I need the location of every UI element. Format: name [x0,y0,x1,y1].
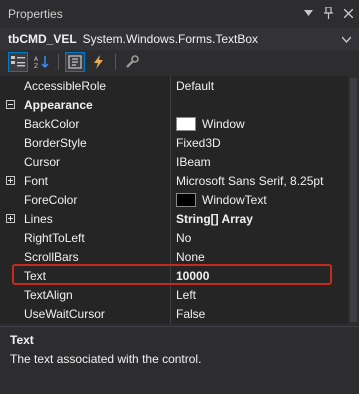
property-row-borderstyle[interactable]: BorderStyle Fixed3D [0,133,348,152]
property-value[interactable]: Left [176,288,196,302]
property-row-scrollbars[interactable]: ScrollBars None [0,247,348,266]
property-name: Font [24,173,49,188]
toolbar-separator [58,54,59,70]
property-name: UseWaitCursor [24,306,105,321]
property-name: AccessibleRole [24,78,107,93]
property-value: WindowText [202,192,267,207]
description-panel: Text The text associated with the contro… [0,326,359,394]
chevron-down-icon[interactable] [341,33,352,44]
property-value[interactable]: 10000 [176,269,209,283]
toolbar-separator [115,54,116,70]
property-name: Lines [24,211,53,226]
object-name: tbCMD_VEL [8,32,77,46]
property-value[interactable]: String[] Array [176,212,253,226]
property-row-text[interactable]: Text 10000 [0,266,348,285]
properties-icon[interactable] [65,52,85,72]
property-name: ScrollBars [24,249,79,264]
property-row-font[interactable]: Font Microsoft Sans Serif, 8.25pt [0,171,348,190]
property-row-textalign[interactable]: TextAlign Left [0,285,348,304]
category-appearance[interactable]: Appearance [0,95,348,114]
property-value[interactable]: Default [176,79,214,93]
property-row-usewaitcursor[interactable]: UseWaitCursor False [0,304,348,323]
window-controls [303,6,353,20]
alphabetical-icon[interactable]: AZ [32,52,52,72]
property-row-lines[interactable]: Lines String[] Array [0,209,348,228]
collapse-icon[interactable] [5,100,15,109]
property-name: TextAlign [24,287,73,302]
vertical-scrollbar[interactable] [348,76,359,324]
category-name: Appearance [24,97,93,112]
property-row-forecolor[interactable]: ForeColor WindowText [0,190,348,209]
property-value[interactable]: Fixed3D [176,136,221,150]
window-menu-icon[interactable] [303,6,313,20]
color-swatch [176,116,196,131]
property-row-righttoleft[interactable]: RightToLeft No [0,228,348,247]
description-text: The text associated with the control. [10,352,202,366]
close-icon[interactable] [343,6,353,20]
property-pages-icon[interactable] [122,52,142,72]
color-swatch [176,192,196,207]
property-row-accessiblerole[interactable]: AccessibleRole Default [0,76,348,95]
window-titlebar: Properties [0,0,359,28]
property-value: Window [202,116,245,131]
expand-icon[interactable] [5,214,15,223]
property-value[interactable]: Microsoft Sans Serif, 8.25pt [176,174,323,188]
property-name: Cursor [24,154,61,169]
property-value[interactable]: No [176,231,191,245]
property-name: BackColor [24,116,80,131]
property-row-cursor[interactable]: Cursor IBeam [0,152,348,171]
property-name: ForeColor [24,192,78,207]
events-icon[interactable] [89,52,109,72]
property-row-backcolor[interactable]: BackColor Window [0,114,348,133]
window-title: Properties [8,7,63,21]
expand-icon[interactable] [5,176,15,185]
pin-icon[interactable] [323,6,333,20]
description-title: Text [10,333,34,347]
scrollbar-thumb[interactable] [350,78,357,322]
categorized-icon[interactable] [8,52,28,72]
property-value[interactable]: False [176,307,205,321]
property-value[interactable]: None [176,250,205,264]
svg-text:Z: Z [34,63,38,69]
property-name: Text [24,268,47,283]
properties-toolbar: AZ [0,50,359,74]
object-selector[interactable]: tbCMD_VEL System.Windows.Forms.TextBox [0,28,359,50]
object-type: System.Windows.Forms.TextBox [82,32,259,46]
property-grid: AccessibleRole Default Appearance BackCo… [0,76,348,324]
property-name: RightToLeft [24,230,85,245]
property-value[interactable]: IBeam [176,155,211,169]
property-name: BorderStyle [24,135,87,150]
svg-text:A: A [34,56,39,63]
